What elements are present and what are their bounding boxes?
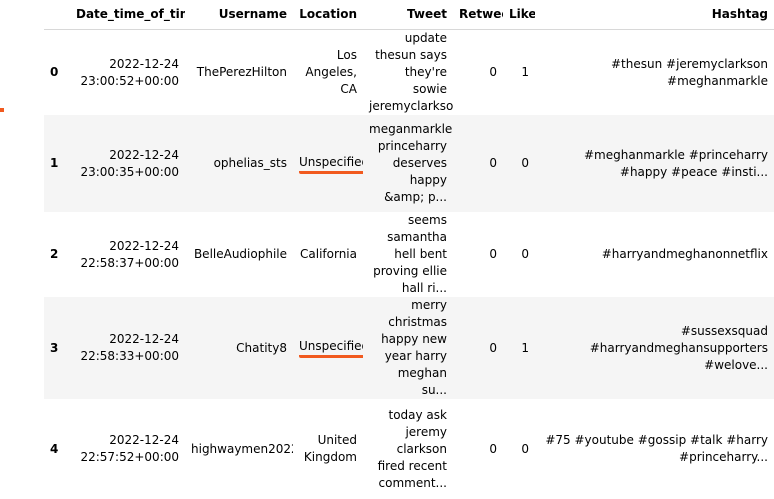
orange-marker	[0, 108, 4, 112]
column-header-tweet: Tweet	[363, 0, 453, 30]
table-row: 0 2022-12-24 23:00:52+00:00 ThePerezHilt…	[44, 30, 774, 116]
cell-like: 1	[521, 340, 529, 355]
column-header-username: Username	[185, 0, 293, 30]
cell-hashtag: #thesun #jeremyclarkson #meghanmarkle	[610, 56, 768, 88]
row-index: 1	[50, 156, 59, 170]
cell-hashtag: #sussexsquad #harryandmeghansupporters #…	[589, 323, 768, 372]
location-highlight: Unspecified	[299, 339, 363, 358]
cell-date: 2022-12-24 23:00:52+00:00	[80, 56, 179, 88]
cell-like: 0	[521, 247, 529, 261]
cell-tweet: update thesun says they're sowie jeremyc…	[369, 31, 453, 113]
cell-username: ophelias_sts	[213, 156, 287, 170]
cell-retweet: 0	[489, 441, 497, 456]
dataframe-table: Date_time_of_time Username Location Twee…	[44, 0, 774, 499]
row-index: 2	[50, 247, 59, 261]
table-row: 4 2022-12-24 22:57:52+00:00 highwaymen20…	[44, 399, 774, 499]
cell-tweet: seems samantha hell bent proving ellie h…	[373, 213, 447, 295]
cell-location: California	[293, 212, 363, 297]
cell-hashtag: #harryandmeghanonnetflix	[601, 247, 768, 261]
column-header-like: Like	[503, 0, 535, 30]
location-text: United Kingdom	[303, 433, 357, 464]
row-index: 3	[50, 340, 59, 355]
cell-location: Unspecified	[293, 297, 363, 399]
cell-location: United Kingdom	[293, 399, 363, 499]
cell-location: Unspecified	[293, 115, 363, 212]
index-header	[44, 0, 70, 30]
cell-hashtag: #meghanmarkle #princeharry #happy #peace…	[583, 147, 768, 179]
location-text: Los Angeles, CA	[305, 48, 357, 96]
cell-username: ThePerezHilton	[196, 65, 287, 79]
cell-username: highwaymen2022	[191, 441, 293, 456]
column-header-retweet: Retweet	[453, 0, 503, 30]
row-index: 4	[50, 441, 59, 456]
cell-like: 0	[521, 441, 529, 456]
cell-hashtag: #75 #youtube #gossip #talk #harry #princ…	[545, 433, 768, 464]
cell-tweet: merry christmas happy new year harry meg…	[381, 298, 447, 397]
cell-tweet: meganmarkle princeharry deserves happy &…	[369, 122, 453, 204]
cell-username: BelleAudiophile	[193, 247, 287, 261]
cell-retweet: 0	[489, 65, 497, 79]
cell-like: 1	[521, 65, 529, 79]
column-header-location: Location	[293, 0, 363, 30]
column-header-hashtag: Hashtag	[535, 0, 774, 30]
column-header-date: Date_time_of_time	[70, 0, 185, 30]
cell-date: 2022-12-24 22:58:37+00:00	[80, 238, 179, 270]
table-row: 3 2022-12-24 22:58:33+00:00 Chatity8 Uns…	[44, 297, 774, 399]
cell-date: 2022-12-24 23:00:35+00:00	[80, 147, 179, 179]
cell-retweet: 0	[489, 247, 497, 261]
cell-retweet: 0	[489, 156, 497, 170]
row-index: 0	[50, 65, 59, 79]
table-row: 1 2022-12-24 23:00:35+00:00 ophelias_sts…	[44, 115, 774, 212]
cell-retweet: 0	[489, 340, 497, 355]
cell-like: 0	[521, 156, 529, 170]
cell-tweet: today ask jeremy clarkson fired recent c…	[377, 407, 447, 490]
table-row: 2 2022-12-24 22:58:37+00:00 BelleAudioph…	[44, 212, 774, 297]
location-highlight: Unspecified	[299, 155, 363, 174]
cell-username: Chatity8	[236, 340, 287, 355]
cell-date: 2022-12-24 22:57:52+00:00	[80, 433, 179, 464]
location-text: California	[300, 247, 357, 261]
cell-location: Los Angeles, CA	[293, 30, 363, 116]
cell-date: 2022-12-24 22:58:33+00:00	[80, 332, 179, 363]
header-row: Date_time_of_time Username Location Twee…	[44, 0, 774, 30]
